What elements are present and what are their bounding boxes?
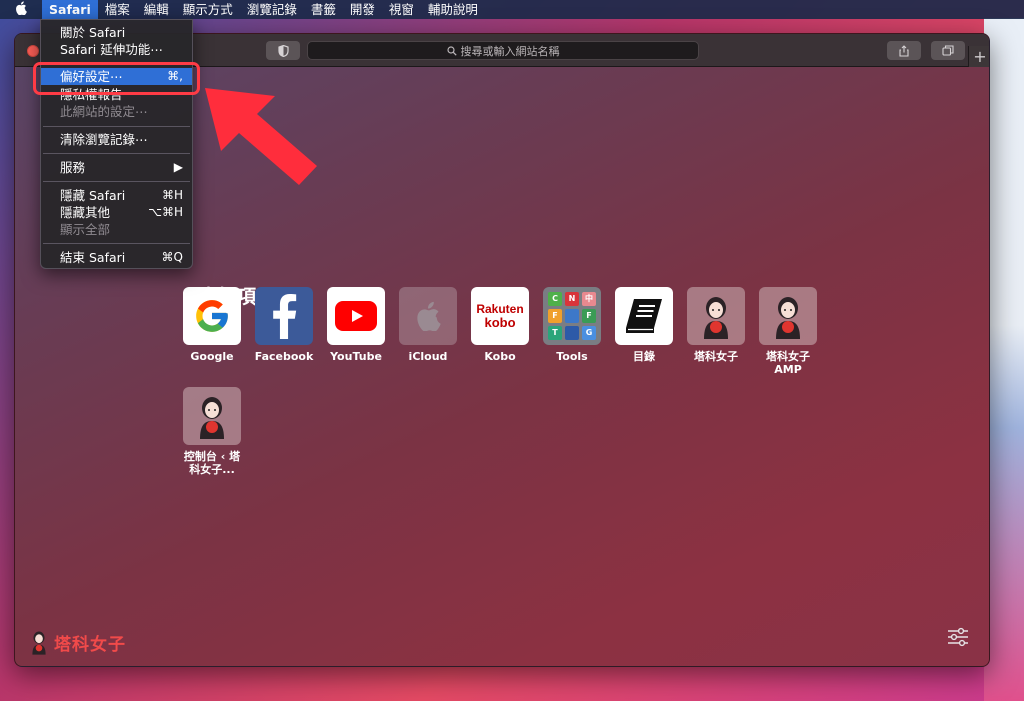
tools-icon: C N 中 F F T G [543, 287, 601, 345]
tools-cell: 中 [582, 292, 596, 306]
menu-item-hide-safari[interactable]: 隱藏 Safari ⌘H [41, 187, 192, 204]
favorite-label: 塔科女子 [694, 350, 738, 363]
favorite-label: iCloud [408, 350, 448, 363]
menu-item-label: 關於 Safari [60, 25, 126, 40]
favorite-google[interactable]: Google [174, 287, 250, 363]
menu-item-shortcut: ⌥⌘H [148, 205, 183, 219]
favorite-tools[interactable]: C N 中 F F T G Tools [534, 287, 610, 363]
safari-menu: 關於 Safari Safari 延伸功能⋯ 偏好設定⋯ ⌘, 隱私權報告 此網… [40, 19, 193, 269]
favorite-label: 塔科女子 AMP [766, 350, 810, 376]
share-button[interactable] [887, 41, 921, 60]
apple-menu-icon[interactable] [0, 0, 42, 19]
favorite-label: YouTube [330, 350, 382, 363]
menu-item-label: 隱藏 Safari [60, 188, 126, 203]
annotation-arrow-icon [205, 88, 317, 185]
menu-item-label: 服務 [60, 160, 86, 175]
google-icon [183, 287, 241, 345]
tools-cell [565, 309, 579, 323]
brand-avatar-icon [32, 631, 46, 655]
kobo-logo-kobo: kobo [484, 315, 516, 330]
menubar-safari[interactable]: Safari [42, 0, 98, 19]
menu-item-label: 此網站的設定⋯ [60, 104, 148, 119]
tabs-icon [942, 45, 954, 56]
menubar-edit[interactable]: 編輯 [137, 0, 176, 19]
favorite-icloud[interactable]: iCloud [390, 287, 466, 363]
close-window-button[interactable] [27, 45, 39, 57]
share-icon [899, 44, 909, 57]
menu-item-extensions[interactable]: Safari 延伸功能⋯ [41, 41, 192, 58]
menu-item-hide-others[interactable]: 隱藏其他 ⌥⌘H [41, 204, 192, 221]
menubar-help[interactable]: 輔助說明 [421, 0, 485, 19]
menu-item-about[interactable]: 關於 Safari [41, 24, 192, 41]
menubar-view[interactable]: 顯示方式 [176, 0, 240, 19]
brand-logo: 塔科女子 [28, 629, 126, 655]
menu-item-clear-history[interactable]: 清除瀏覽記錄⋯ [41, 131, 192, 148]
submenu-arrow-icon: ▶ [173, 160, 183, 174]
menu-item-shortcut: ⌘H [161, 188, 183, 202]
favorite-label: Google [190, 350, 234, 363]
favorite-label: 控制台 ‹ 塔科女子... [183, 450, 241, 476]
favorite-tako-girl-amp[interactable]: 塔科女子 AMP [750, 287, 826, 376]
menu-item-show-all: 顯示全部 [41, 221, 192, 238]
menu-item-label: 顯示全部 [60, 222, 111, 237]
menubar-develop[interactable]: 開發 [343, 0, 382, 19]
new-tab-button[interactable]: + [968, 46, 989, 67]
book-icon [615, 287, 673, 345]
menu-separator [43, 126, 190, 127]
desktop-wallpaper [984, 18, 1024, 701]
tools-cell: N [565, 292, 579, 306]
girl-avatar-icon [687, 287, 745, 345]
brand-text: 塔科女子 [54, 634, 126, 655]
girl-avatar-icon [759, 287, 817, 345]
annotation-highlight-box [33, 62, 200, 95]
tools-cell: C [548, 292, 562, 306]
menu-separator [43, 181, 190, 182]
tools-cell: F [582, 309, 596, 323]
menubar-bookmarks[interactable]: 書籤 [304, 0, 343, 19]
menu-item-label: 清除瀏覽記錄⋯ [60, 132, 148, 147]
menubar-history[interactable]: 瀏覽記錄 [240, 0, 304, 19]
favorite-dashboard[interactable]: 控制台 ‹ 塔科女子... [174, 387, 250, 476]
favorite-label: Kobo [484, 350, 516, 363]
favorite-label: 目錄 [633, 350, 655, 363]
menu-item-label: 隱藏其他 [60, 205, 111, 220]
favorite-youtube[interactable]: YouTube [318, 287, 394, 363]
tools-cell [565, 326, 579, 340]
tools-cell: G [582, 326, 596, 340]
kobo-icon: Rakuten kobo [471, 287, 529, 345]
girl-avatar-icon [183, 387, 241, 445]
menu-item-services[interactable]: 服務 ▶ [41, 159, 192, 176]
favorite-book[interactable]: 目錄 [606, 287, 682, 363]
tab-overview-button[interactable] [931, 41, 965, 60]
tools-cell: T [548, 326, 562, 340]
sliders-icon[interactable] [946, 627, 970, 651]
favorite-tako-girl[interactable]: 塔科女子 [678, 287, 754, 363]
menu-separator [43, 243, 190, 244]
shield-icon [277, 44, 289, 57]
favorite-kobo[interactable]: Rakuten kobo Kobo [462, 287, 538, 363]
menu-item-label: 結束 Safari [60, 250, 126, 265]
menubar-window[interactable]: 視窗 [382, 0, 421, 19]
menu-item-label: Safari 延伸功能⋯ [60, 42, 163, 57]
menu-separator [43, 153, 190, 154]
menu-item-site-settings: 此網站的設定⋯ [41, 103, 192, 120]
address-bar[interactable]: 搜尋或輸入網站名稱 [307, 41, 699, 60]
menu-item-shortcut: ⌘Q [161, 250, 183, 264]
favorite-label: Tools [556, 350, 588, 363]
menu-item-quit[interactable]: 結束 Safari ⌘Q [41, 249, 192, 266]
address-placeholder: 搜尋或輸入網站名稱 [460, 44, 560, 58]
favorite-facebook[interactable]: Facebook [246, 287, 322, 363]
favorite-label: Facebook [254, 350, 314, 363]
tools-cell: F [548, 309, 562, 323]
menubar-file[interactable]: 檔案 [98, 0, 137, 19]
youtube-icon [327, 287, 385, 345]
search-icon [446, 45, 457, 56]
facebook-icon [255, 287, 313, 345]
privacy-report-button[interactable] [266, 41, 300, 60]
menu-bar: Safari 檔案 編輯 顯示方式 瀏覽記錄 書籤 開發 視窗 輔助說明 [0, 0, 1024, 19]
apple-icon [399, 287, 457, 345]
